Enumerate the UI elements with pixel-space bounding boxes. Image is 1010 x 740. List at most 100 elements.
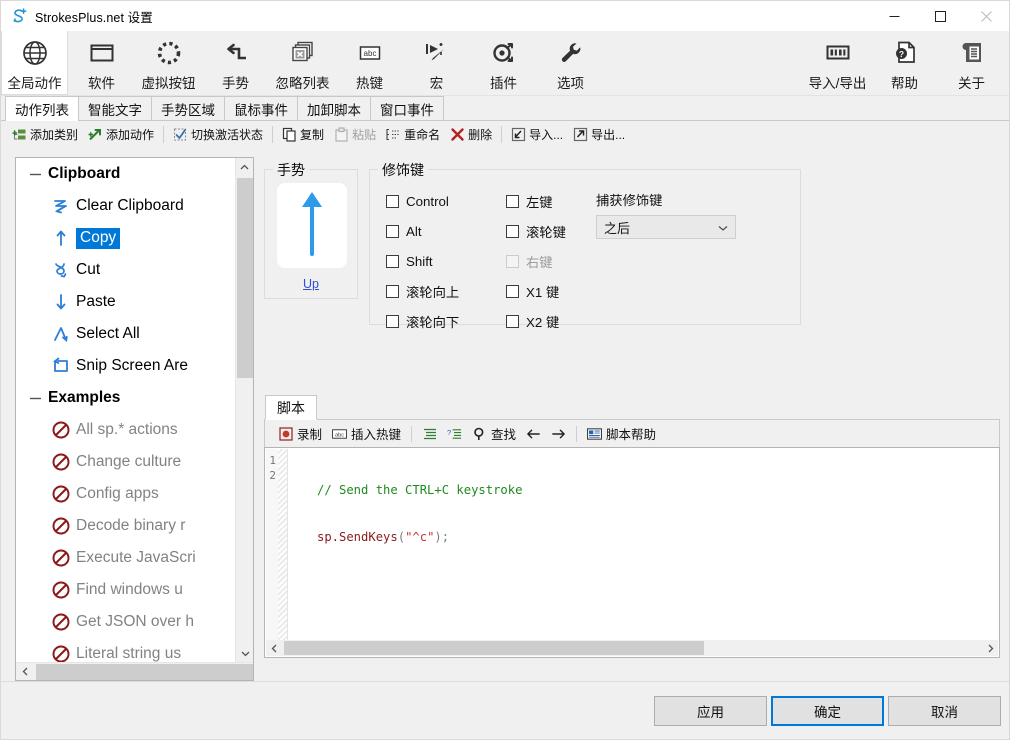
ribbon-button-about[interactable]: 关于: [938, 31, 1005, 95]
tree-group-examples[interactable]: Examples: [16, 382, 235, 414]
collapse-icon[interactable]: [22, 392, 48, 405]
tab-script[interactable]: 脚本: [265, 395, 317, 420]
tree-group-clipboard[interactable]: Clipboard: [16, 158, 235, 190]
capture-modifiers-select[interactable]: 之后: [596, 215, 736, 239]
format-lines-button[interactable]: [417, 423, 442, 445]
scroll-up-icon[interactable]: [236, 158, 253, 176]
ribbon-button-global-actions[interactable]: 全局动作: [1, 31, 68, 95]
checkbox-label: 右键: [526, 252, 553, 271]
tree-item-execute-javascript[interactable]: Execute JavaScri: [16, 542, 235, 574]
tree-item-clear-clipboard[interactable]: Clear Clipboard: [16, 190, 235, 222]
tab-gesture-zones[interactable]: 手势区域: [151, 96, 225, 120]
import-button[interactable]: 导入...: [506, 123, 568, 145]
tree-scroll-thumb[interactable]: [237, 178, 253, 378]
checkbox-left-button[interactable]: 左键: [506, 190, 596, 212]
tree-item-decode-binary[interactable]: Decode binary r: [16, 510, 235, 542]
ribbon-button-hotkeys[interactable]: abc 热键: [336, 31, 403, 95]
add-action-button[interactable]: 添加动作: [83, 123, 159, 145]
ribbon-button-gestures[interactable]: 手势: [202, 31, 269, 95]
tab-load-unload-scripts[interactable]: 加卸脚本: [297, 96, 371, 120]
chevron-down-icon[interactable]: [718, 216, 728, 240]
gesture-direction-link[interactable]: Up: [264, 277, 358, 291]
ok-button[interactable]: 确定: [771, 696, 884, 726]
svg-text:?: ?: [898, 49, 903, 59]
checkbox-x2-button[interactable]: X2 键: [506, 310, 596, 332]
delete-button[interactable]: 删除: [445, 123, 497, 145]
record-button[interactable]: 录制: [273, 423, 327, 445]
checkbox-box[interactable]: [506, 315, 519, 328]
ribbon-button-help[interactable]: ? 帮助: [871, 31, 938, 95]
rename-button[interactable]: 重命名: [381, 123, 445, 145]
scroll-down-icon[interactable]: [236, 644, 254, 662]
checkbox-control[interactable]: Control: [386, 190, 506, 212]
tree-item-paste[interactable]: Paste: [16, 286, 235, 318]
navigate-forward-button[interactable]: [546, 423, 571, 445]
navigate-back-button[interactable]: [521, 423, 546, 445]
tree-item-config-apps[interactable]: Config apps: [16, 478, 235, 510]
close-button[interactable]: [963, 1, 1009, 31]
editor-h-scroll-thumb[interactable]: [284, 641, 704, 655]
tree-h-scroll-thumb[interactable]: [36, 664, 254, 680]
ribbon-button-software[interactable]: 软件: [68, 31, 135, 95]
checkbox-alt[interactable]: Alt: [386, 220, 506, 242]
ribbon-button-plugins[interactable]: 插件: [470, 31, 537, 95]
checkbox-box[interactable]: [386, 285, 399, 298]
tree-vertical-scrollbar[interactable]: [235, 158, 253, 662]
ribbon-button-options[interactable]: 选项: [537, 31, 604, 95]
tree-item-literal-string[interactable]: Literal string us: [16, 638, 235, 663]
ribbon-button-ignore-list[interactable]: 忽略列表: [269, 31, 336, 95]
script-editor[interactable]: 1 2 // Send the CTRL+C keystroke sp.Send…: [264, 447, 1000, 658]
checkbox-wheel-down[interactable]: 滚轮向下: [386, 310, 506, 332]
tab-window-events[interactable]: 窗口事件: [370, 96, 444, 120]
code-token-punct: (: [398, 530, 405, 544]
editor-h-scroll-track[interactable]: [282, 640, 982, 656]
copy-button[interactable]: 复制: [277, 123, 329, 145]
delete-x-icon: [450, 127, 465, 142]
checkbox-box[interactable]: [506, 195, 519, 208]
cancel-button[interactable]: 取消: [888, 696, 1001, 726]
tree-item-snip-screen-area[interactable]: Snip Screen Are: [16, 350, 235, 382]
checkbox-middle-button[interactable]: 滚轮键: [506, 220, 596, 242]
checkbox-box[interactable]: [506, 225, 519, 238]
tab-mouse-events[interactable]: 鼠标事件: [224, 96, 298, 120]
editor-horizontal-scrollbar[interactable]: [266, 640, 998, 656]
tab-action-list[interactable]: 动作列表: [5, 96, 79, 121]
checkbox-box[interactable]: [386, 225, 399, 238]
collapse-icon[interactable]: [22, 168, 48, 181]
comment-lines-button[interactable]: ?: [442, 423, 467, 445]
find-button[interactable]: 查找: [467, 423, 521, 445]
ribbon-button-virtual-buttons[interactable]: 虚拟按钮: [135, 31, 202, 95]
apply-button[interactable]: 应用: [654, 696, 767, 726]
toggle-enabled-button[interactable]: 切换激活状态: [168, 123, 268, 145]
script-help-button[interactable]: 脚本帮助: [582, 423, 661, 445]
maximize-button[interactable]: [917, 1, 963, 31]
insert-hotkey-button[interactable]: abc 插入热键: [327, 423, 406, 445]
export-button[interactable]: 导出...: [568, 123, 630, 145]
editor-code[interactable]: // Send the CTRL+C keystroke sp.SendKeys…: [317, 452, 995, 576]
tree-horizontal-scrollbar[interactable]: [16, 662, 253, 680]
checkbox-box[interactable]: [386, 315, 399, 328]
scroll-left-icon[interactable]: [16, 663, 34, 681]
gesture-preview[interactable]: [277, 183, 347, 268]
add-category-button[interactable]: 添加类别: [7, 123, 83, 145]
tree-item-select-all[interactable]: Select All: [16, 318, 235, 350]
minimize-button[interactable]: [871, 1, 917, 31]
ribbon-button-macros[interactable]: 宏: [403, 31, 470, 95]
h-scroll-track[interactable]: [34, 663, 235, 681]
checkbox-shift[interactable]: Shift: [386, 250, 506, 272]
tree-item-get-json[interactable]: Get JSON over h: [16, 606, 235, 638]
tree-item-change-culture[interactable]: Change culture: [16, 446, 235, 478]
tree-item-copy[interactable]: Copy: [16, 222, 235, 254]
scroll-right-icon[interactable]: [982, 640, 998, 656]
tree-item-all-sp-actions[interactable]: All sp.* actions: [16, 414, 235, 446]
checkbox-x1-button[interactable]: X1 键: [506, 280, 596, 302]
tree-item-find-windows[interactable]: Find windows u: [16, 574, 235, 606]
checkbox-box[interactable]: [386, 255, 399, 268]
checkbox-box[interactable]: [506, 285, 519, 298]
tab-smart-text[interactable]: 智能文字: [78, 96, 152, 120]
scroll-left-icon[interactable]: [266, 640, 282, 656]
ribbon-button-import-export[interactable]: 导入/导出: [804, 31, 871, 95]
checkbox-wheel-up[interactable]: 滚轮向上: [386, 280, 506, 302]
checkbox-box[interactable]: [386, 195, 399, 208]
tree-item-cut[interactable]: Cut: [16, 254, 235, 286]
